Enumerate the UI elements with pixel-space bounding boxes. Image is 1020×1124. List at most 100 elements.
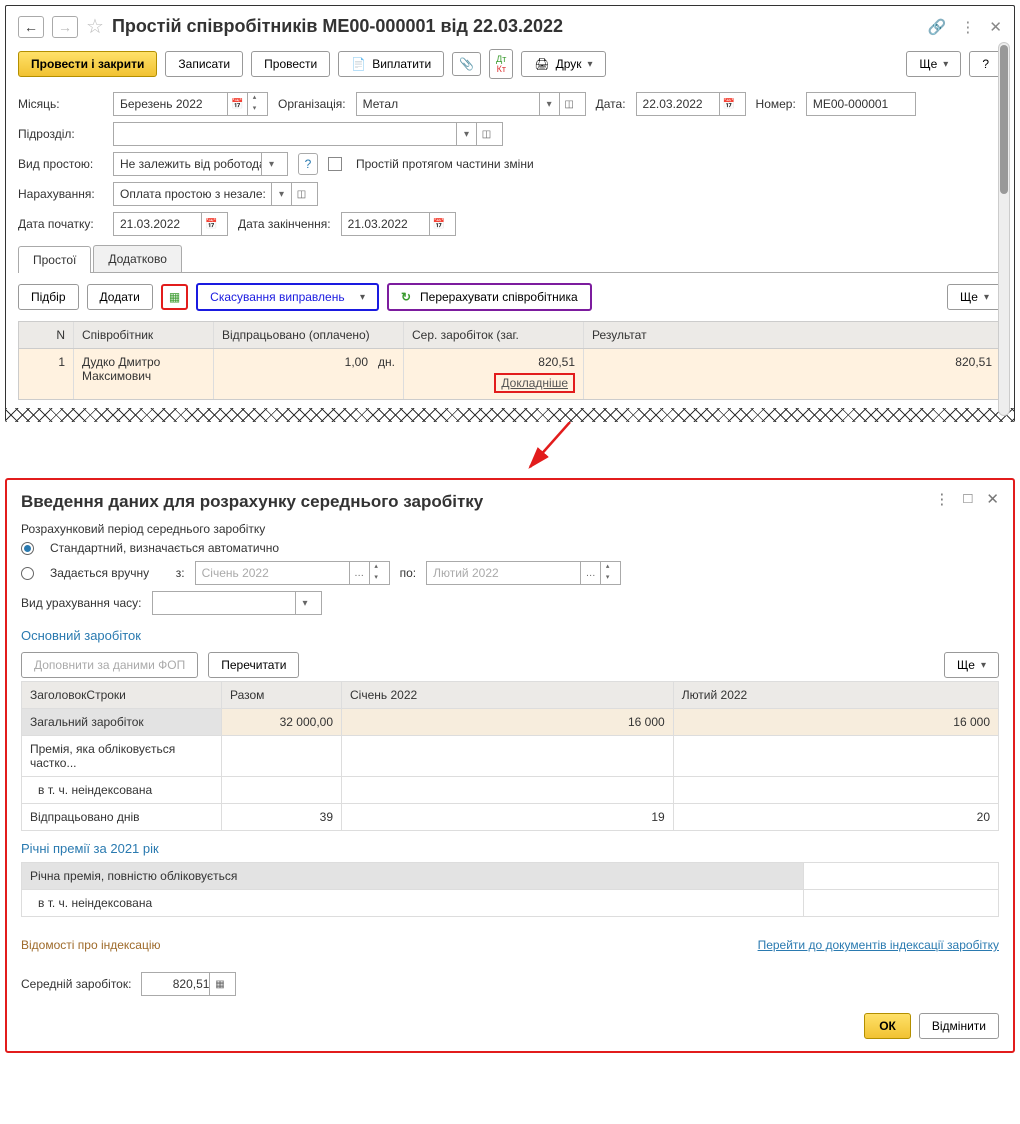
timeacc-label: Вид урахування часу: xyxy=(21,596,142,610)
hint-button[interactable]: ? xyxy=(298,153,318,175)
dept-label: Підрозділ: xyxy=(18,127,103,141)
calc-icon[interactable]: ▦ xyxy=(209,973,229,995)
month-label: Місяць: xyxy=(18,97,103,111)
dtkt-button[interactable]: ДтКт xyxy=(489,49,513,79)
calendar-icon[interactable]: 📅 xyxy=(429,213,449,235)
dropdown-icon[interactable]: ▾ xyxy=(539,93,559,115)
avg-field[interactable]: 820,51 ▦ xyxy=(141,972,236,996)
refresh-icon: ↻ xyxy=(401,290,411,304)
dropdown-icon[interactable]: ▾ xyxy=(456,123,476,145)
to-label: по: xyxy=(400,566,417,580)
radio-manual[interactable] xyxy=(21,567,34,580)
table-icon: ▦ xyxy=(169,290,180,304)
recalc-employee-button[interactable]: ↻Перерахувати співробітника xyxy=(387,283,592,311)
print-button[interactable]: 🖨Друк▾ xyxy=(521,51,605,77)
reread-button[interactable]: Перечитати xyxy=(208,652,299,678)
section-annual: Річні премії за 2021 рік xyxy=(21,831,999,862)
month-spinner[interactable]: ▴▾ xyxy=(247,93,261,115)
to-field: Лютий 2022…▴▾ xyxy=(426,561,621,585)
open-icon[interactable]: ◫ xyxy=(559,93,579,115)
earnings-table: ЗаголовокСтроки Разом Січень 2022 Лютий … xyxy=(21,681,999,831)
printer-icon: 🖨 xyxy=(534,57,549,71)
more-button[interactable]: Ще ▾ xyxy=(906,51,961,77)
radio-standard-label: Стандартний, визначається автоматично xyxy=(50,541,279,555)
period-label: Розрахунковий період середнього заробітк… xyxy=(21,520,999,538)
pay-button[interactable]: 📄Виплатити xyxy=(338,51,444,77)
cancel-button[interactable]: Відмінити xyxy=(919,1013,999,1039)
dropdown-icon[interactable]: ▾ xyxy=(261,153,281,175)
th-total: Разом xyxy=(222,682,342,709)
grid-more-button[interactable]: Ще ▾ xyxy=(947,284,1002,310)
timeacc-field[interactable]: ▾ xyxy=(152,591,322,615)
index-info-label: Відомості про індексацію xyxy=(21,938,161,952)
attach-button[interactable]: 📎 xyxy=(452,52,481,76)
nav-back-button[interactable]: ← xyxy=(18,16,44,38)
col-result: Результат xyxy=(584,322,1001,348)
calendar-icon[interactable]: 📅 xyxy=(719,93,739,115)
avg-earnings-dialog: ⋮ □ ✕ Введення даних для розрахунку сере… xyxy=(5,478,1015,1053)
detail-link[interactable]: Докладніше xyxy=(494,373,575,393)
pay-icon: 📄 xyxy=(351,57,366,71)
post-close-button[interactable]: Провести і закрити xyxy=(18,51,157,77)
col-emp: Співробітник xyxy=(74,322,214,348)
calendar-icon[interactable]: 📅 xyxy=(201,213,221,235)
dialog-title: Введення даних для розрахунку середнього… xyxy=(21,492,999,512)
th-row-header: ЗаголовокСтроки xyxy=(22,682,222,709)
th-jan: Січень 2022 xyxy=(342,682,674,709)
clip-icon: 📎 xyxy=(459,57,474,71)
fop-button: Доповнити за даними ФОП xyxy=(21,652,198,678)
table-row[interactable]: 1 Дудко Дмитро Максимович 1,00 дн. 820,5… xyxy=(19,349,1001,399)
dept-field[interactable]: ▾ ◫ xyxy=(113,122,503,146)
date-field[interactable]: 22.03.2022 📅 xyxy=(636,92,746,116)
radio-standard[interactable] xyxy=(21,542,34,555)
open-icon[interactable]: ◫ xyxy=(291,183,311,205)
num-label: Номер: xyxy=(756,97,796,111)
nav-fwd-button[interactable]: → xyxy=(52,16,78,38)
close-icon[interactable]: ✕ xyxy=(986,490,999,508)
save-button[interactable]: Записати xyxy=(165,51,243,77)
tab-additional[interactable]: Додатково xyxy=(93,245,182,272)
window-title: Простій співробітників МЕ00-000001 від 2… xyxy=(112,16,563,37)
from-label: з: xyxy=(176,566,185,580)
employee-grid: N Співробітник Відпрацьовано (оплачено) … xyxy=(18,321,1002,400)
org-field[interactable]: Метал ▾ ◫ xyxy=(356,92,586,116)
dropdown-icon[interactable]: ▾ xyxy=(271,183,291,205)
from-field: Січень 2022…▴▾ xyxy=(195,561,390,585)
cancel-corrections-button[interactable]: Скасування виправлень ▾ xyxy=(196,283,379,311)
month-field[interactable]: Березень 2022 📅 ▴▾ xyxy=(113,92,268,116)
tab-downtime[interactable]: Простої xyxy=(18,246,91,273)
type-field[interactable]: Не залежить від роботода ▾ xyxy=(113,152,288,176)
end-field[interactable]: 21.03.2022 📅 xyxy=(341,212,456,236)
menu-icon[interactable]: ⋮ xyxy=(960,18,975,36)
num-field[interactable]: МЕ00-000001 xyxy=(806,92,916,116)
add-button[interactable]: Додати xyxy=(87,284,153,310)
org-label: Організація: xyxy=(278,97,346,111)
arrow-annotation xyxy=(10,422,1010,472)
radio-manual-label: Задається вручну xyxy=(50,566,149,580)
table-add-button[interactable]: ▦ xyxy=(161,284,188,310)
th-feb: Лютий 2022 xyxy=(673,682,998,709)
start-field[interactable]: 21.03.2022 📅 xyxy=(113,212,228,236)
calendar-icon[interactable]: 📅 xyxy=(227,93,247,115)
scrollbar[interactable] xyxy=(998,42,1010,416)
post-button[interactable]: Провести xyxy=(251,51,330,77)
end-label: Дата закінчення: xyxy=(238,217,331,231)
open-icon[interactable]: ◫ xyxy=(476,123,496,145)
start-label: Дата початку: xyxy=(18,217,103,231)
pick-button[interactable]: Підбір xyxy=(18,284,79,310)
close-icon[interactable]: ✕ xyxy=(989,18,1002,36)
partial-checkbox[interactable] xyxy=(328,157,342,171)
partial-label: Простій протягом частини зміни xyxy=(356,157,534,171)
date-label: Дата: xyxy=(596,97,626,111)
col-worked: Відпрацьовано (оплачено) xyxy=(214,322,404,348)
star-icon[interactable]: ☆ xyxy=(86,14,104,39)
maximize-icon[interactable]: □ xyxy=(963,490,972,508)
ok-button[interactable]: ОК xyxy=(864,1013,911,1039)
link-icon[interactable]: 🔗 xyxy=(928,18,947,36)
tbl-more-button[interactable]: Ще ▾ xyxy=(944,652,999,678)
accr-field[interactable]: Оплата простою з незале: ▾ ◫ xyxy=(113,182,318,206)
avg-label: Середній заробіток: xyxy=(21,977,131,991)
col-n: N xyxy=(19,322,74,348)
index-docs-link[interactable]: Перейти до документів індексації заробіт… xyxy=(758,938,999,952)
menu-icon[interactable]: ⋮ xyxy=(934,490,949,508)
